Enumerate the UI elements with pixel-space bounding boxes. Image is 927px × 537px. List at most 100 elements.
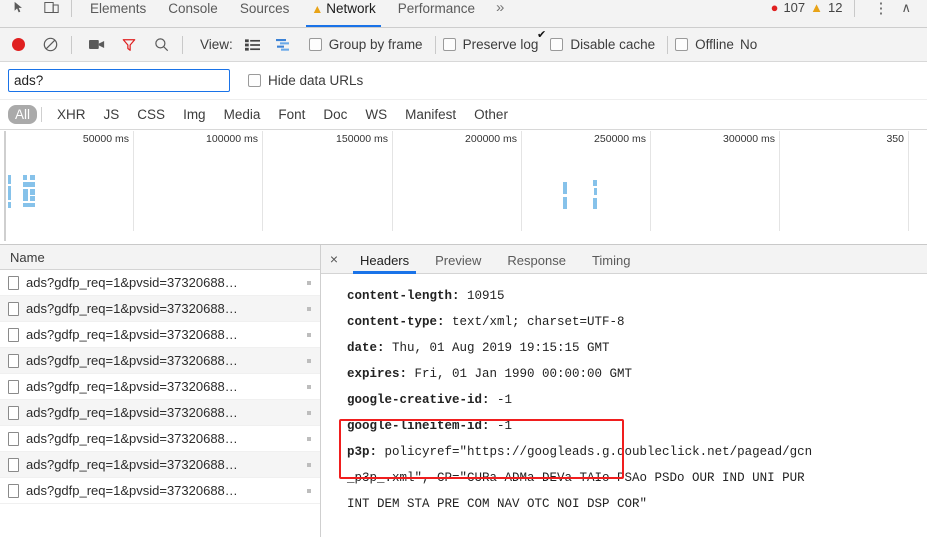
checkbox-label: Group by frame [329, 37, 423, 52]
overview-request-bar [594, 188, 597, 195]
document-icon [8, 406, 19, 420]
table-row[interactable]: ads?gdfp_req=1&pvsid=37320688… [0, 452, 320, 478]
tab-preview[interactable]: Preview [422, 245, 494, 274]
type-filter-xhr[interactable]: XHR [50, 105, 93, 124]
device-toolbar-icon[interactable] [38, 0, 64, 21]
request-name: ads?gdfp_req=1&pvsid=37320688… [26, 379, 238, 394]
tab-console[interactable]: Console [157, 0, 229, 28]
warning-count[interactable]: 12 [828, 0, 842, 15]
toolbar-divider [667, 36, 668, 54]
tab-sources[interactable]: Sources [229, 0, 301, 28]
type-filter-all[interactable]: All [8, 105, 37, 124]
type-filter-manifest[interactable]: Manifest [398, 105, 463, 124]
more-tabs-button[interactable]: » [486, 0, 514, 16]
table-row[interactable]: ads?gdfp_req=1&pvsid=37320688… [0, 374, 320, 400]
clear-no-entry-icon[interactable] [36, 31, 64, 59]
tab-performance[interactable]: Performance [387, 0, 486, 28]
tab-timing[interactable]: Timing [579, 245, 644, 274]
magnifier-icon[interactable] [147, 31, 175, 59]
close-devtools-icon[interactable]: ∧ [899, 0, 919, 16]
table-row[interactable]: ads?gdfp_req=1&pvsid=37320688… [0, 322, 320, 348]
type-filter-font[interactable]: Font [271, 105, 312, 124]
toolbar-divider [71, 0, 72, 17]
table-row[interactable]: ads?gdfp_req=1&pvsid=37320688… [0, 270, 320, 296]
header-name: google-creative-id: [347, 393, 490, 407]
network-overview-timeline[interactable]: 50000 ms100000 ms150000 ms200000 ms25000… [0, 131, 927, 245]
table-row[interactable]: ads?gdfp_req=1&pvsid=37320688… [0, 296, 320, 322]
offline-checkbox[interactable]: Offline [675, 37, 734, 52]
response-header-line: _p3p_.xml", CP="CURa ADMa DEVa TAIo PSAo… [347, 465, 927, 491]
type-filter-doc[interactable]: Doc [316, 105, 354, 124]
request-name: ads?gdfp_req=1&pvsid=37320688… [26, 353, 238, 368]
checkbox-box[interactable] [675, 38, 688, 51]
tab-headers[interactable]: Headers [347, 245, 422, 274]
checkbox-box[interactable]: ✔ [550, 38, 563, 51]
response-header-line: google-creative-id: -1 [347, 387, 927, 413]
record-circle-icon[interactable] [4, 31, 32, 59]
list-view-icon[interactable] [239, 31, 267, 59]
table-row[interactable]: ads?gdfp_req=1&pvsid=37320688… [0, 478, 320, 504]
network-lower-split: Name ads?gdfp_req=1&pvsid=37320688…ads?g… [0, 245, 927, 537]
request-column-header[interactable]: Name [0, 245, 320, 270]
request-status-dot [307, 489, 311, 493]
waterfall-view-icon[interactable] [269, 31, 297, 59]
response-header-line: p3p: policyref="https://googleads.g.doub… [347, 439, 927, 465]
request-list-pane[interactable]: Name ads?gdfp_req=1&pvsid=37320688…ads?g… [0, 245, 321, 537]
error-count[interactable]: 107 [783, 0, 805, 15]
type-filter-js[interactable]: JS [97, 105, 127, 124]
document-icon [8, 276, 19, 290]
tab-label: Sources [240, 1, 290, 16]
type-filter-img[interactable]: Img [176, 105, 213, 124]
warning-triangle-icon: ▲ [311, 2, 323, 16]
tab-elements[interactable]: Elements [79, 0, 157, 28]
inspect-cursor-icon[interactable] [6, 0, 32, 21]
checkbox-label: Disable cache [570, 37, 655, 52]
overview-request-bar [593, 180, 597, 186]
header-name: content-length: [347, 289, 460, 303]
response-headers-list: content-length: 10915 content-type: text/… [321, 274, 927, 517]
header-name: google-lineitem-id: [347, 419, 490, 433]
kebab-menu-icon[interactable]: ⋮ [867, 0, 894, 17]
request-rows: ads?gdfp_req=1&pvsid=37320688…ads?gdfp_r… [0, 270, 320, 504]
header-name: expires: [347, 367, 407, 381]
disable-cache-checkbox[interactable]: ✔ Disable cache [550, 37, 655, 52]
overview-request-bar [30, 189, 35, 195]
overview-request-bar [8, 186, 11, 200]
tab-network[interactable]: ▲Network [300, 0, 386, 28]
timeline-gridline [521, 131, 522, 231]
checkbox-box[interactable] [309, 38, 322, 51]
table-row[interactable]: ads?gdfp_req=1&pvsid=37320688… [0, 348, 320, 374]
timeline-tick-label: 150000 ms [336, 133, 392, 145]
throttling-dropdown[interactable]: No [740, 37, 757, 52]
request-status-dot [307, 359, 311, 363]
filter-funnel-icon[interactable] [115, 31, 143, 59]
header-value: text/xml; charset=UTF-8 [445, 315, 625, 329]
filter-input[interactable] [8, 69, 230, 92]
hide-data-urls-checkbox[interactable]: Hide data URLs [248, 73, 363, 88]
tab-response[interactable]: Response [494, 245, 579, 274]
checkbox-box[interactable] [248, 74, 261, 87]
checkbox-label: Offline [695, 37, 734, 52]
table-row[interactable]: ads?gdfp_req=1&pvsid=37320688… [0, 400, 320, 426]
timeline-gridline [392, 131, 393, 231]
type-filter-ws[interactable]: WS [358, 105, 394, 124]
table-row[interactable]: ads?gdfp_req=1&pvsid=37320688… [0, 426, 320, 452]
type-filter-media[interactable]: Media [217, 105, 268, 124]
toolbar-divider [71, 36, 72, 54]
header-value: 10915 [460, 289, 505, 303]
view-label: View: [200, 37, 233, 52]
close-icon[interactable]: × [321, 251, 347, 267]
request-status-dot [307, 463, 311, 467]
request-status-dot [307, 281, 311, 285]
group-by-frame-checkbox[interactable]: Group by frame [309, 37, 423, 52]
preserve-log-checkbox[interactable]: Preserve log [443, 37, 539, 52]
type-filter-css[interactable]: CSS [130, 105, 172, 124]
type-filter-other[interactable]: Other [467, 105, 515, 124]
camera-icon[interactable] [83, 31, 111, 59]
timeline-tick-label: 50000 ms [83, 133, 133, 145]
overview-request-bar [23, 203, 35, 207]
checkbox-box[interactable] [443, 38, 456, 51]
request-name: ads?gdfp_req=1&pvsid=37320688… [26, 483, 238, 498]
response-header-line: content-type: text/xml; charset=UTF-8 [347, 309, 927, 335]
overview-request-bar [563, 197, 567, 209]
